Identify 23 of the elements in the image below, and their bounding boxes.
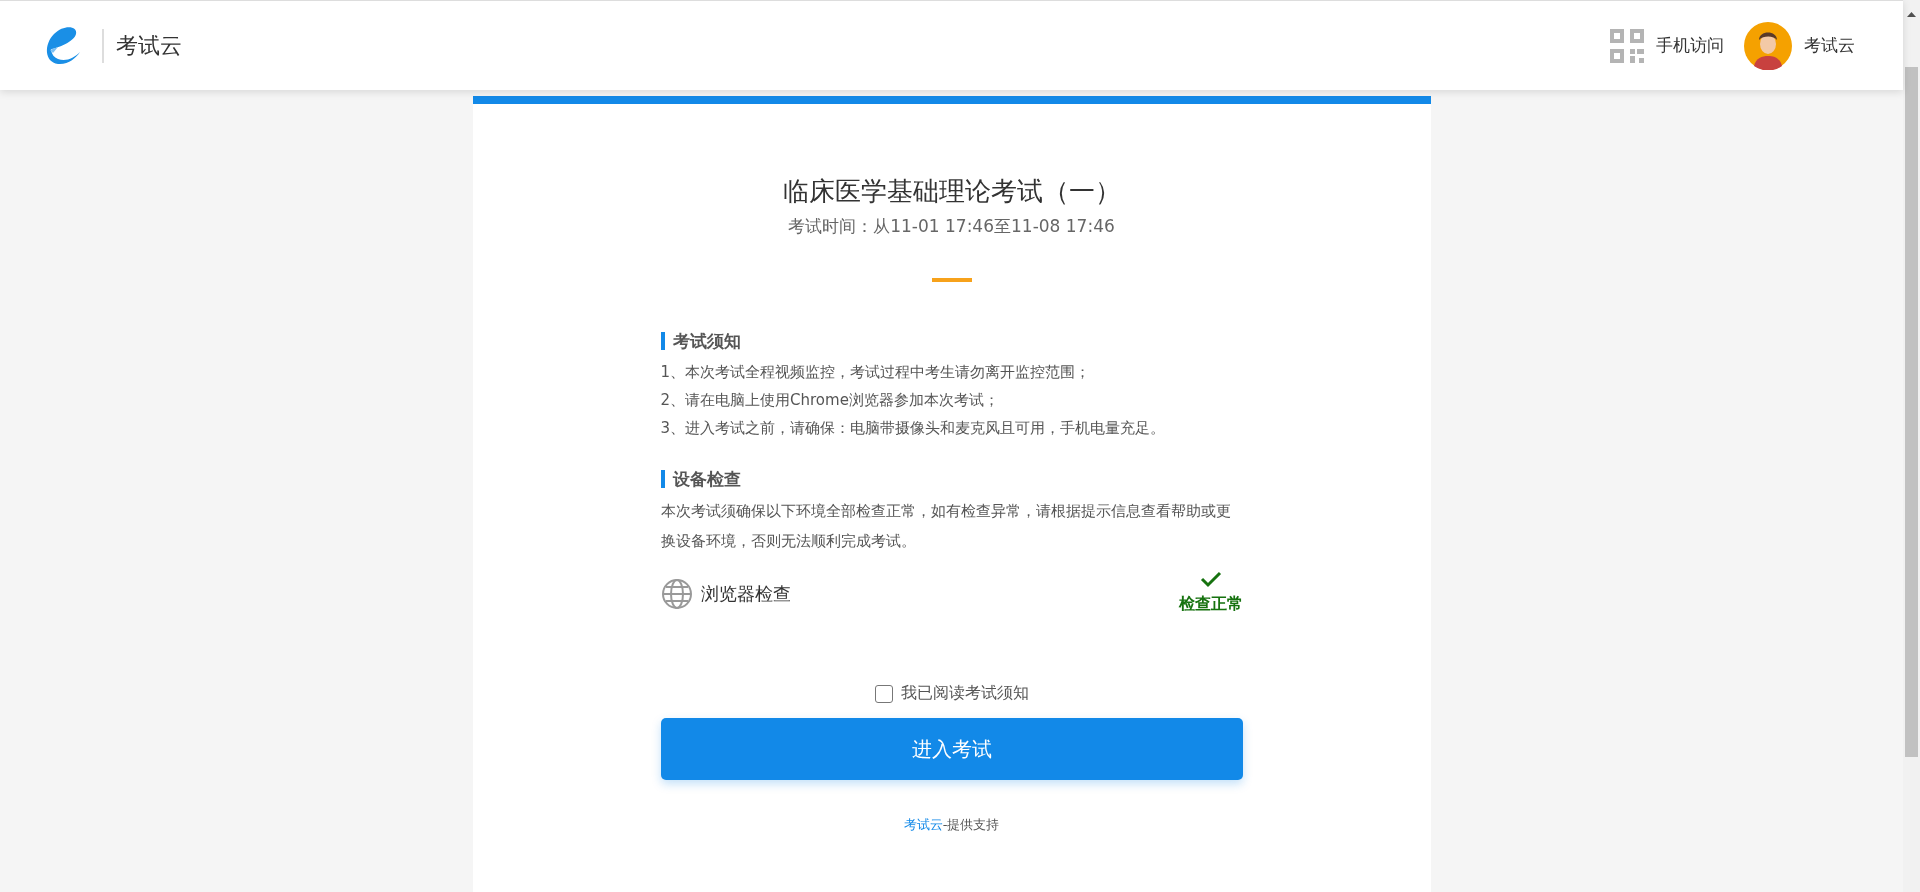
notice-line: 3、进入考试之前，请确保：电脑带摄像头和麦克风且可用，手机电量充足。: [660, 418, 1167, 439]
agree-checkbox[interactable]: [874, 684, 893, 703]
enter-exam-button[interactable]: 进入考试: [660, 718, 1243, 780]
check-result: 检查正常: [1178, 594, 1243, 615]
checkbox-label[interactable]: 我已阅读考试须知: [900, 683, 1029, 704]
support-text: -提供支持: [942, 816, 1000, 834]
notice-line: 1、本次考试全程视频监控，考试过程中考生请勿离开监控范围；: [660, 362, 1092, 383]
provider-link[interactable]: 考试云: [903, 816, 943, 834]
site-name: 考试云: [116, 31, 182, 60]
scrollbar[interactable]: [1903, 0, 1920, 892]
scroll-up-icon[interactable]: [1907, 12, 1916, 17]
device-check-description: 本次考试须确保以下环境全部检查正常，如有检查异常，请根据提示信息查看帮助或更换设备环境，否则无法顺利完成考试。: [660, 501, 1232, 552]
exam-title: 临床医学基础理论考试（一）: [782, 175, 1121, 208]
user-name[interactable]: 考试云: [1804, 34, 1855, 57]
mobile-access-link[interactable]: 手机访问: [1656, 34, 1724, 57]
notice-line: 2、请在电脑上使用Chrome浏览器参加本次考试；: [660, 390, 1000, 411]
avatar-icon[interactable]: [1744, 21, 1792, 70]
check-label: 浏览器检查: [700, 582, 791, 606]
globe-icon: [660, 578, 693, 610]
section-heading: 设备检查: [660, 470, 1243, 488]
scrollbar-thumb[interactable]: [1905, 67, 1918, 757]
exam-time: 考试时间：从11-01 17:46至11-08 17:46: [788, 215, 1115, 238]
section-heading: 考试须知: [660, 332, 1243, 350]
